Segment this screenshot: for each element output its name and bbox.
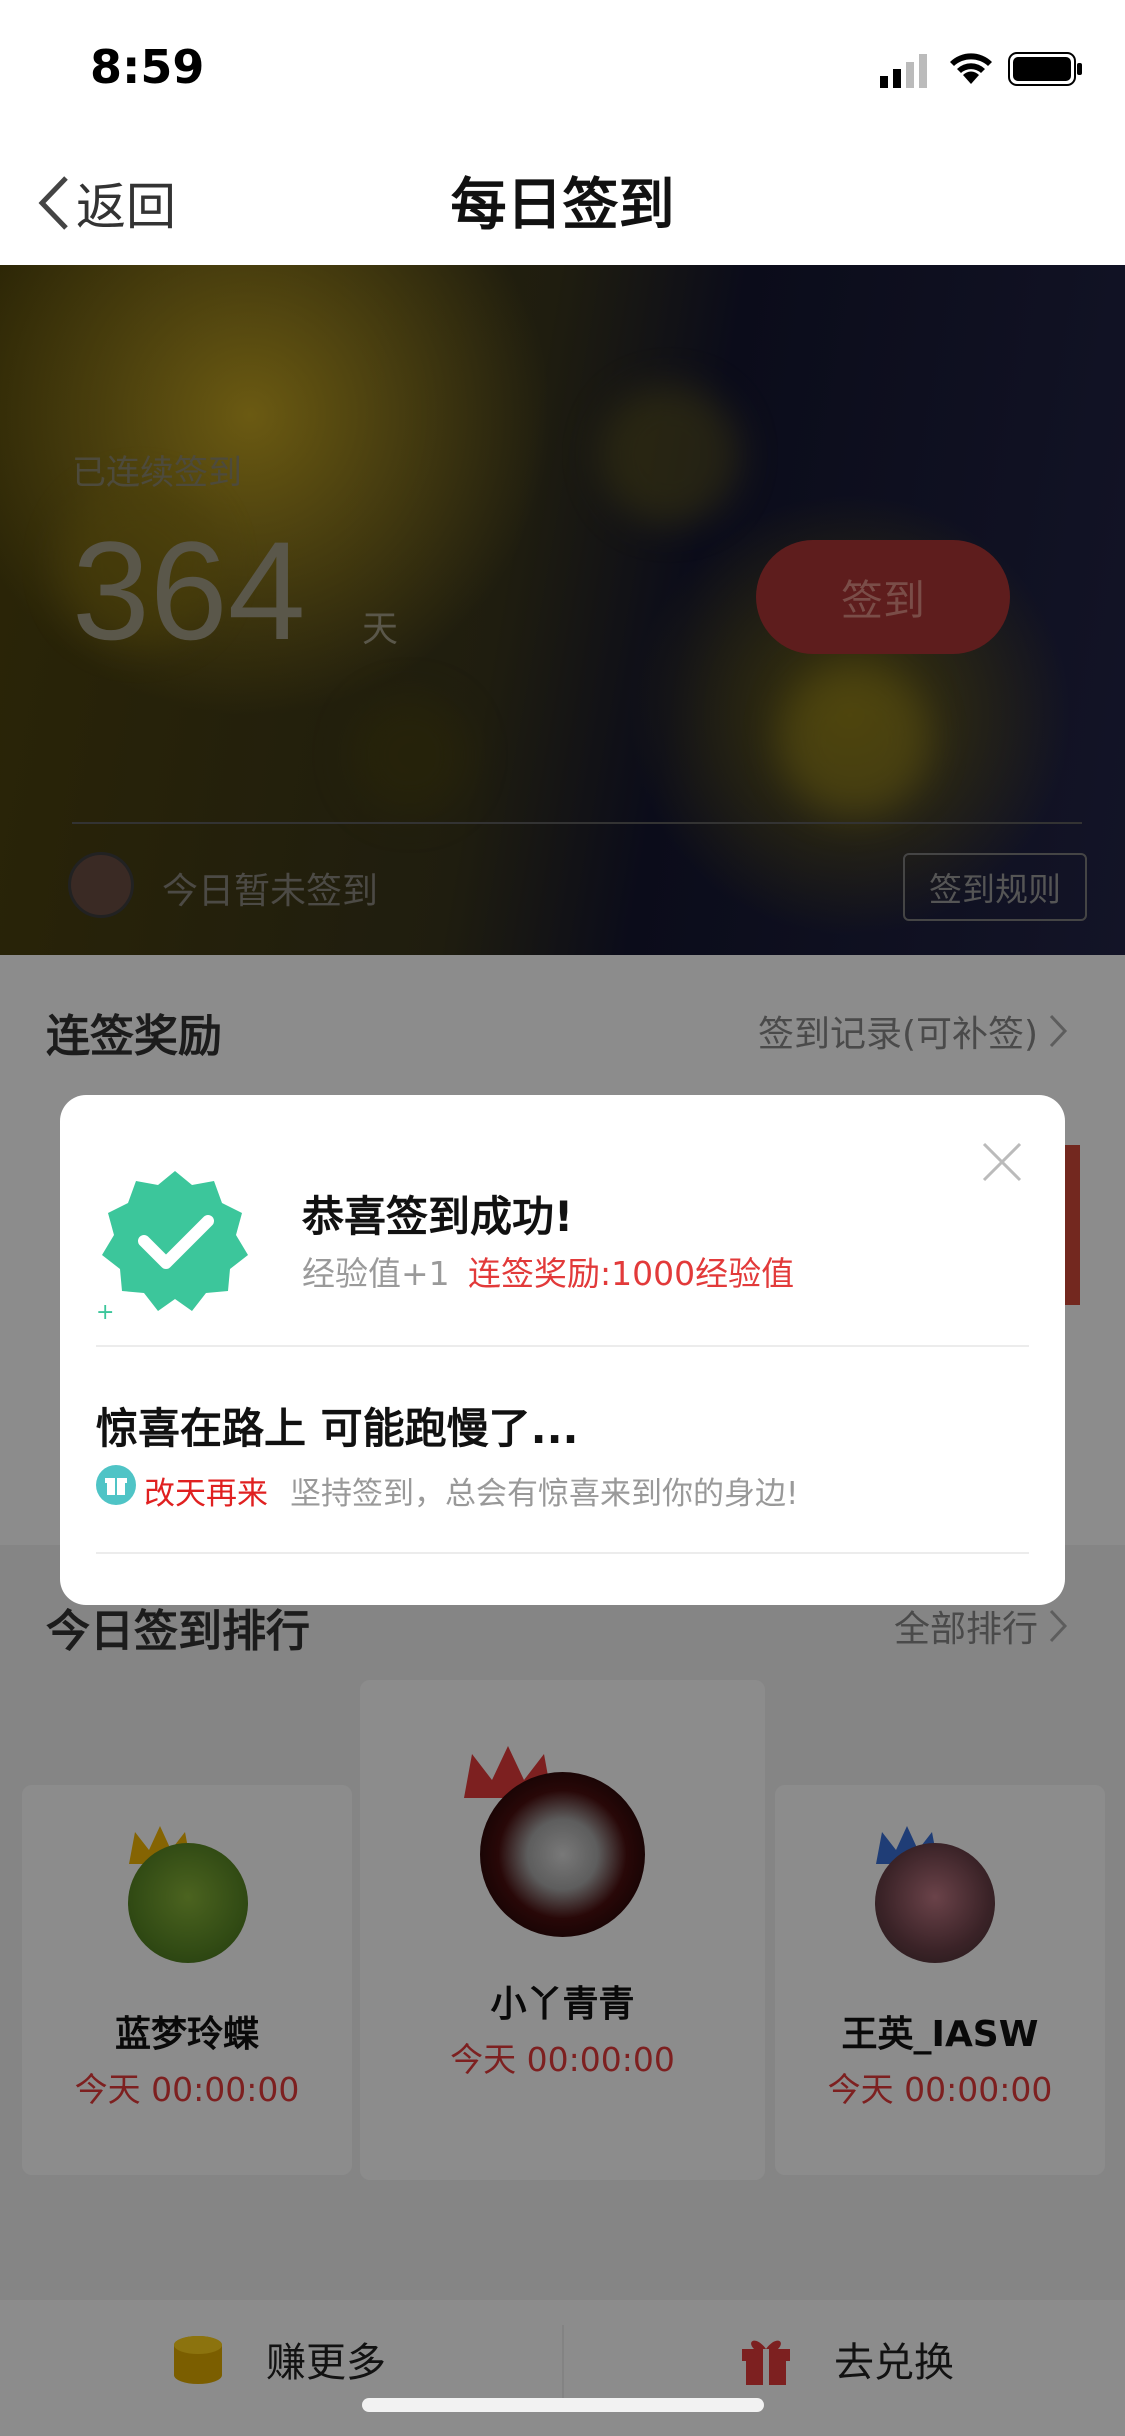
page-title: 每日签到 [450,173,675,238]
checkin-button[interactable]: 签到 [756,540,1010,654]
modal-divider [96,1552,1029,1554]
signal-icon [880,54,932,92]
rules-button[interactable]: 签到规则 [903,853,1087,921]
wifi-icon [948,50,994,90]
close-button[interactable] [980,1140,1024,1184]
streak-count: 364 [72,512,306,669]
battery-icon [1008,52,1084,90]
streak-label: 已连续签到 [72,453,242,493]
home-indicator [362,2398,764,2412]
gift-icon [96,1465,136,1505]
come-back-link[interactable]: 改天再来 [144,1468,268,1513]
streak-unit: 天 [362,609,399,650]
check-badge-icon [100,1165,250,1315]
streak-reward: 连签奖励:1000经验值 [468,1254,795,1293]
surprise-title: 惊喜在路上 可能跑慢了... [96,1404,579,1453]
exp-gain: 经验值+1 [302,1254,450,1293]
sparkle-icon: + [96,1300,115,1325]
modal-title: 恭喜签到成功! [302,1192,574,1241]
close-icon [982,1142,1022,1182]
status-time: 8:59 [90,40,205,94]
modal-divider [96,1345,1029,1347]
keep-checking-text: 坚持签到，总会有惊喜来到你的身边! [290,1476,799,1512]
today-status: 今日暂未签到 [162,871,379,912]
hero-divider [72,822,1082,824]
avatar[interactable] [68,852,134,918]
